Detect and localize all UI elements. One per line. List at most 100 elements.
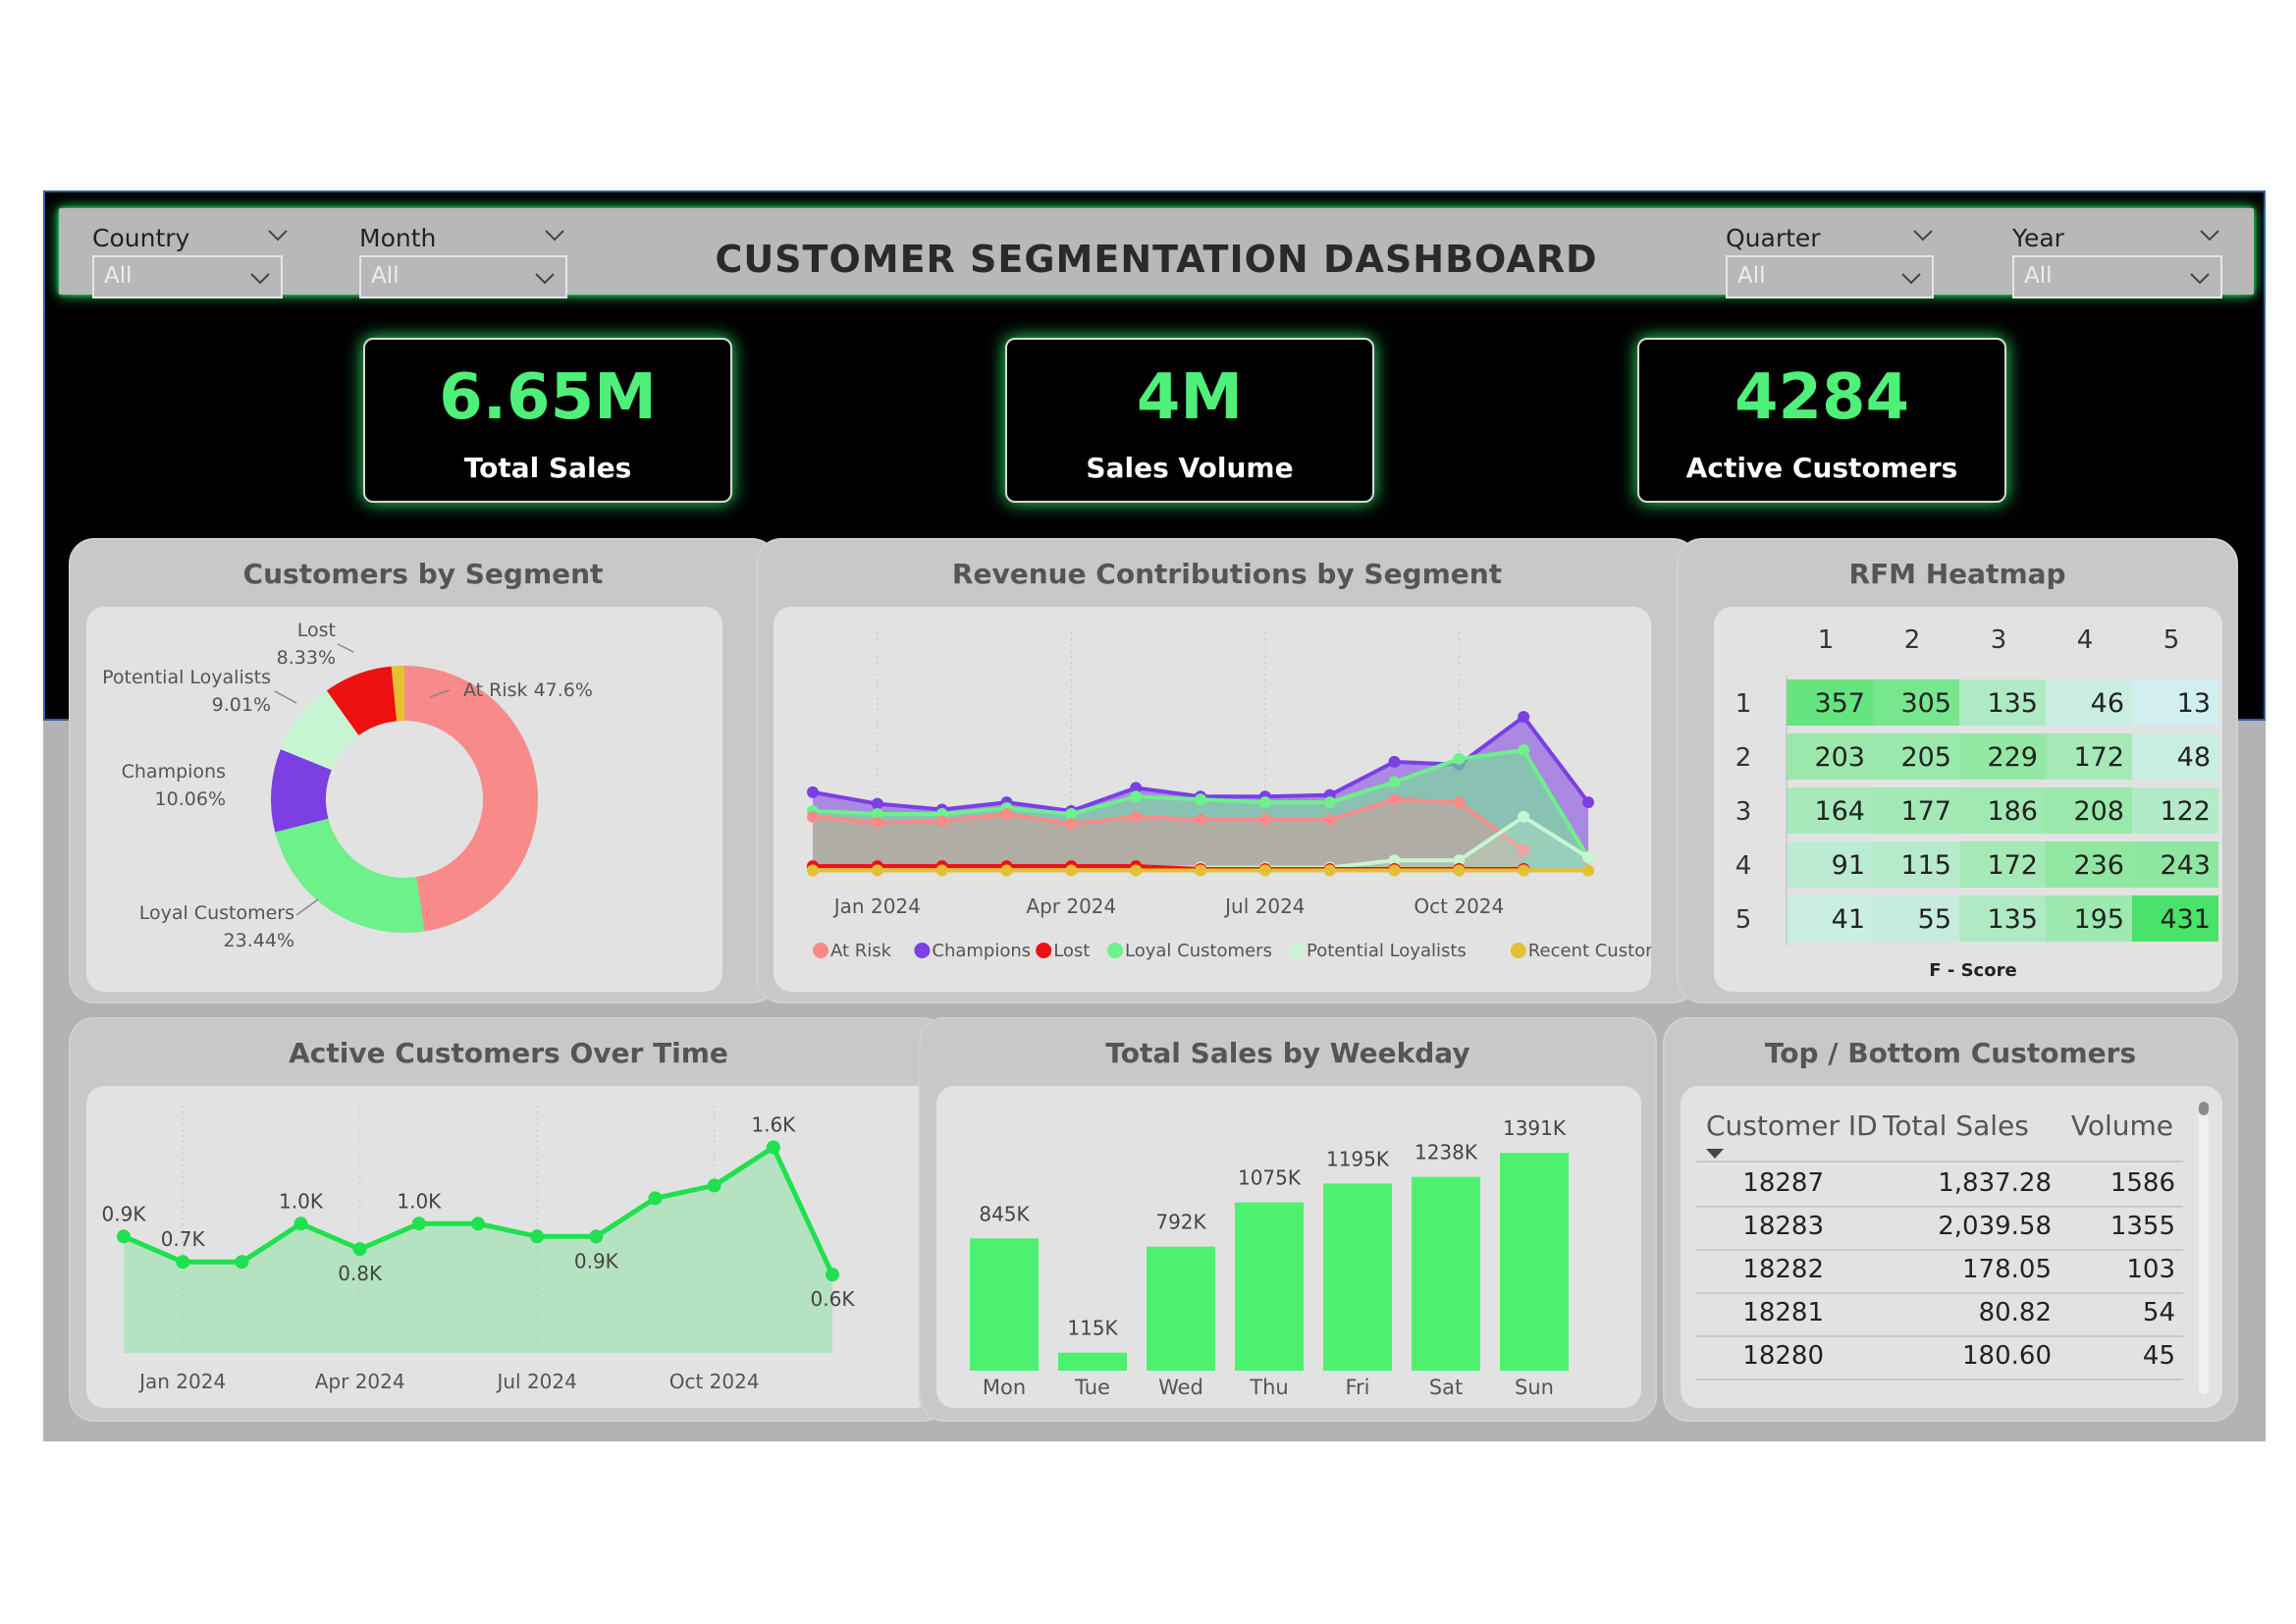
active-customers-line-chart: Jan 2024 Apr 2024 Jul 2024 Oct 2024 0.9K 0.7K… [102, 1106, 856, 1393]
data-label: 1.0K [397, 1189, 442, 1213]
heatmap-value: 208 [2073, 796, 2124, 827]
chart-area: Jan 2024 Apr 2024 Jul 2024 Oct 2024 At Risk C… [774, 607, 1690, 992]
x-tick-label: Jan 2024 [832, 894, 921, 918]
filter-label: Quarter [1726, 224, 1821, 252]
data-label: 0.9K [574, 1249, 619, 1272]
chevron-down-icon[interactable] [1910, 222, 1936, 247]
legend-marker [813, 943, 828, 958]
series-point [1518, 810, 1530, 823]
cell-customer-id: 18287 [1742, 1168, 1824, 1198]
chart-area: 1 2 3 4 5 1 357 305 135 46 13 2 203 205 229 172 48 3 164 17… [1690, 607, 2222, 992]
kpi-value: 4284 [1734, 361, 1910, 434]
line-point [648, 1191, 663, 1206]
x-tick-label: Jul 2024 [1223, 894, 1305, 918]
legend-label: Recent Customers [1528, 941, 1651, 961]
heatmap-value: 205 [1900, 742, 1951, 773]
slice-name: Lost [297, 620, 336, 641]
heatmap-value: 135 [1987, 904, 2038, 935]
x-tick-label: Jan 2024 [137, 1370, 226, 1393]
series-point [1000, 807, 1013, 820]
legend-marker [914, 943, 931, 958]
legend-marker [1510, 943, 1526, 958]
heatmap-value: 243 [2160, 850, 2211, 881]
scrollbar[interactable] [2199, 1102, 2209, 1394]
heatmap-value: 305 [1900, 688, 1951, 719]
column-header-total-sales[interactable]: Total Sales [1883, 1110, 2029, 1142]
slice-name: Champions [122, 761, 226, 783]
line-point [352, 1242, 367, 1257]
column-header-customer-id[interactable]: Customer ID [1706, 1110, 1878, 1142]
heatmap-value: 177 [1900, 796, 1951, 827]
x-tick-label: Sat [1429, 1376, 1463, 1399]
heatmap-value: 91 [1832, 850, 1865, 881]
bar-label: 1075K [1238, 1166, 1302, 1190]
heatmap-value: 172 [2073, 742, 2124, 773]
table-row[interactable]: 18281 80.82 54 [1696, 1292, 2183, 1337]
line-point [117, 1229, 131, 1244]
heatmap-value: 236 [2073, 850, 2124, 881]
data-label: 0.6K [811, 1287, 856, 1311]
sort-down-icon[interactable] [1704, 1147, 1726, 1161]
cell-volume: 54 [2142, 1298, 2175, 1327]
panel-rfm-heatmap: RFM Heatmap 1 2 3 4 5 1 357 305 135 46 13 2 203 205 22… [1677, 538, 2238, 1003]
series-point [1388, 864, 1401, 877]
cell-customer-id: 18280 [1742, 1341, 1824, 1371]
table-row[interactable]: 18283 2,039.58 1355 [1696, 1206, 2183, 1251]
series-point [807, 864, 819, 877]
series-point [1453, 864, 1466, 877]
series-point [1453, 796, 1466, 809]
scrollbar-thumb[interactable] [2199, 1102, 2209, 1115]
table-row[interactable]: 18282 178.05 103 [1696, 1249, 2183, 1294]
filter-value: All [2024, 263, 2053, 289]
slice-value: 9.01% [212, 694, 271, 716]
cell-volume: 1586 [2109, 1168, 2175, 1198]
filter-bar: Country All Month All CUSTOMER SEGMENTAT… [59, 208, 2254, 298]
row-header: 5 [1735, 905, 1752, 935]
chevron-down-icon[interactable] [2197, 222, 2222, 247]
table-row[interactable]: 18280 180.60 45 [1696, 1335, 2183, 1380]
heatmap-value: 13 [2177, 688, 2211, 719]
slice-label: At Risk 47.6% [463, 679, 593, 701]
data-label: 0.9K [102, 1202, 147, 1225]
x-tick-label: Tue [1074, 1376, 1110, 1399]
series-point [935, 864, 948, 877]
bar [1412, 1176, 1480, 1371]
filter-value: All [1737, 263, 1766, 289]
donut-slice [275, 818, 425, 933]
revenue-area-chart: Jan 2024 Apr 2024 Jul 2024 Oct 2024 At Risk C… [807, 632, 1690, 961]
cell-volume: 1355 [2109, 1212, 2175, 1241]
bar-label: 792K [1155, 1211, 1206, 1234]
chevron-down-icon [1901, 273, 1921, 285]
bar [970, 1238, 1039, 1371]
series-point [871, 864, 883, 877]
column-header: 5 [2163, 625, 2180, 655]
heatmap-value: 55 [1918, 904, 1951, 935]
table-header: Customer ID Total Sales Volume [1696, 1100, 2183, 1163]
table-row[interactable]: 18287 1,837.28 1586 [1696, 1163, 2183, 1208]
column-header: 2 [1904, 625, 1921, 655]
series-point [935, 815, 948, 828]
row-header: 1 [1735, 689, 1752, 719]
bar [1147, 1246, 1215, 1371]
series-point [1388, 793, 1401, 806]
donut-slice [404, 666, 538, 932]
data-label: 0.8K [338, 1262, 383, 1285]
data-label: 0.7K [161, 1227, 206, 1251]
chevron-down-icon [2190, 273, 2210, 285]
kpi-active-customers: 4284 Active Customers [1637, 338, 2006, 503]
year-select[interactable]: All [2012, 255, 2222, 298]
bar [1500, 1153, 1569, 1371]
series-point [1582, 864, 1594, 877]
kpi-value: 6.65M [439, 361, 657, 434]
quarter-select[interactable]: All [1726, 255, 1934, 298]
cell-customer-id: 18282 [1742, 1255, 1824, 1284]
x-axis-label: F - Score [1929, 960, 2016, 981]
panel-title: Top / Bottom Customers [1764, 1037, 2137, 1069]
series-point [1195, 793, 1206, 806]
column-header-volume[interactable]: Volume [2071, 1110, 2173, 1142]
panel-title: Active Customers Over Time [289, 1037, 728, 1069]
legend-label: Loyal Customers [1125, 941, 1272, 961]
leader-line [337, 643, 354, 653]
column-header: 3 [1991, 625, 2007, 655]
legend-label: At Risk [830, 941, 892, 961]
